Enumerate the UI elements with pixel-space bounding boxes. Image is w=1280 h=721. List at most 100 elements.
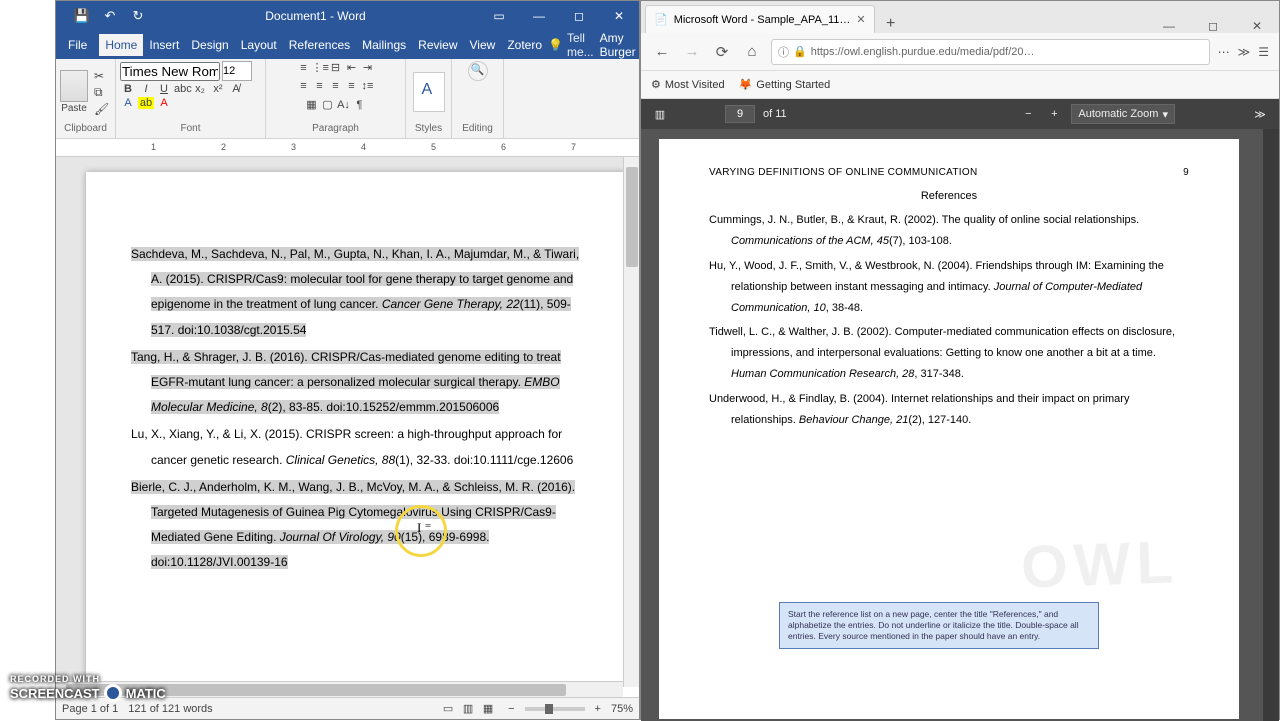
page-actions-icon[interactable]: ⋯	[1218, 45, 1230, 59]
minimize-icon[interactable]: —	[1147, 19, 1191, 33]
group-editing: Editing	[456, 123, 499, 136]
ribbon-options-icon[interactable]: ▭	[479, 9, 519, 23]
dec-indent-icon[interactable]: ⇤	[344, 61, 360, 77]
tab-layout[interactable]: Layout	[235, 34, 283, 56]
bookmark-most-visited[interactable]: ⚙ Most Visited	[651, 78, 725, 91]
new-tab-button[interactable]: +	[881, 15, 901, 33]
minimize-icon[interactable]: —	[519, 9, 559, 23]
forward-button[interactable]: →	[681, 43, 703, 60]
group-styles: Styles	[410, 123, 447, 136]
home-button[interactable]: ⌂	[741, 43, 763, 60]
user-name[interactable]: Amy Burger	[594, 34, 642, 56]
align-left-icon[interactable]: ≡	[296, 80, 312, 96]
bookmark-getting-started[interactable]: 🦊 Getting Started	[739, 78, 831, 91]
shading-icon[interactable]: ▦	[304, 98, 320, 114]
paste-button[interactable]: Paste	[60, 70, 88, 114]
page-input[interactable]	[725, 105, 755, 123]
pdf-viewport: VARYING DEFINITIONS OF ONLINE COMMUNICAT…	[641, 129, 1279, 721]
align-right-icon[interactable]: ≡	[328, 80, 344, 96]
tell-me-search[interactable]: 💡 Tell me...	[548, 31, 594, 59]
font-size-input[interactable]	[222, 61, 252, 81]
font-name-input[interactable]	[120, 62, 220, 81]
bold-button[interactable]: B	[120, 83, 136, 95]
document-page[interactable]: Sachdeva, M., Sachdeva, N., Pal, M., Gup…	[86, 172, 626, 687]
pdf-page[interactable]: VARYING DEFINITIONS OF ONLINE COMMUNICAT…	[659, 139, 1239, 719]
close-icon[interactable]: ✕	[599, 9, 639, 23]
pdf-scrollbar[interactable]	[1263, 129, 1279, 721]
lock-icon: 🔒	[793, 45, 807, 58]
underline-button[interactable]: U	[156, 83, 172, 95]
format-painter-icon[interactable]: 🖌	[94, 102, 109, 116]
print-layout-icon[interactable]: ▥	[458, 702, 478, 715]
text-effects-icon[interactable]: A	[120, 97, 136, 109]
word-window: 💾 ↶ ↻ Document1 - Word ▭ — ◻ ✕ File Home…	[55, 0, 640, 720]
ruler[interactable]: 1234567	[56, 139, 639, 157]
screencast-watermark: RECORDED WITH SCREENCASTMATIC	[10, 674, 166, 702]
zoom-level[interactable]: 75%	[611, 703, 633, 715]
reload-button[interactable]: ⟳	[711, 43, 733, 61]
tab-home[interactable]: Home	[99, 34, 143, 56]
tab-references[interactable]: References	[283, 34, 356, 56]
copy-icon[interactable]: ⧉	[94, 85, 109, 100]
tab-close-icon[interactable]: ✕	[856, 13, 865, 26]
clear-format-icon[interactable]: A̸	[228, 83, 244, 95]
tab-label: Microsoft Word - Sample_APA_11…	[674, 14, 851, 26]
url-text: https://owl.english.purdue.edu/media/pdf…	[811, 46, 1035, 58]
save-icon[interactable]: 💾	[68, 8, 96, 24]
show-marks-icon[interactable]: ¶	[352, 99, 368, 115]
strike-button[interactable]: abc	[174, 83, 190, 95]
justify-icon[interactable]: ≡	[344, 80, 360, 96]
tab-design[interactable]: Design	[185, 34, 234, 56]
tools-icon[interactable]: ≫	[1251, 105, 1269, 123]
vertical-scrollbar[interactable]	[623, 157, 639, 687]
maximize-icon[interactable]: ◻	[1191, 19, 1235, 33]
back-button[interactable]: ←	[651, 43, 673, 60]
logo-ball-icon	[104, 684, 122, 702]
library-icon[interactable]: ≫	[1238, 45, 1251, 59]
zoom-out-icon[interactable]: −	[1019, 105, 1037, 123]
zoom-out-icon[interactable]: −	[508, 703, 514, 715]
zoom-slider[interactable]	[525, 707, 585, 711]
info-icon[interactable]: ⓘ	[778, 44, 789, 60]
line-spacing-icon[interactable]: ↕≡	[360, 80, 376, 96]
maximize-icon[interactable]: ◻	[559, 9, 599, 23]
page-indicator[interactable]: Page 1 of 1	[62, 703, 118, 715]
styles-gallery[interactable]	[413, 72, 445, 112]
redo-icon[interactable]: ↻	[124, 8, 152, 24]
browser-tab[interactable]: 📄 Microsoft Word - Sample_APA_11… ✕	[645, 5, 875, 33]
borders-icon[interactable]: ▢	[320, 98, 336, 114]
bullets-icon[interactable]: ≡	[296, 62, 312, 78]
undo-icon[interactable]: ↶	[96, 8, 124, 24]
zoom-in-icon[interactable]: +	[595, 703, 601, 715]
highlight-icon[interactable]: ab	[138, 97, 154, 109]
numbering-icon[interactable]: ⋮≡	[312, 61, 328, 77]
multilevel-icon[interactable]: ⊟	[328, 61, 344, 77]
subscript-button[interactable]: x₂	[192, 83, 208, 95]
tab-insert[interactable]: Insert	[143, 34, 185, 56]
sort-icon[interactable]: A↓	[336, 99, 352, 115]
tab-zotero[interactable]: Zotero	[501, 34, 548, 56]
close-icon[interactable]: ✕	[1235, 19, 1279, 33]
sidebar-toggle-icon[interactable]: ▥	[651, 105, 669, 123]
tab-mailings[interactable]: Mailings	[356, 34, 412, 56]
bookmarks-bar: ⚙ Most Visited 🦊 Getting Started	[641, 71, 1279, 99]
align-center-icon[interactable]: ≡	[312, 80, 328, 96]
zoom-in-icon[interactable]: +	[1045, 105, 1063, 123]
word-count[interactable]: 121 of 121 words	[128, 703, 212, 715]
address-bar[interactable]: ⓘ 🔒 https://owl.english.purdue.edu/media/p…	[771, 39, 1210, 65]
menu-icon[interactable]: ☰	[1258, 45, 1269, 59]
tab-review[interactable]: Review	[412, 34, 463, 56]
italic-button[interactable]: I	[138, 83, 154, 95]
cut-icon[interactable]: ✂	[94, 69, 109, 83]
find-icon[interactable]	[468, 61, 488, 81]
read-mode-icon[interactable]: ▭	[438, 702, 458, 715]
web-layout-icon[interactable]: ▦	[478, 702, 498, 715]
inc-indent-icon[interactable]: ⇥	[360, 61, 376, 77]
font-color-icon[interactable]: A	[156, 97, 172, 109]
superscript-button[interactable]: x²	[210, 83, 226, 95]
tab-view[interactable]: View	[464, 34, 502, 56]
page-total: of 11	[763, 108, 787, 120]
tab-file[interactable]: File	[56, 34, 99, 56]
zoom-select[interactable]: Automatic Zoom ▾	[1071, 104, 1175, 124]
browser-tabstrip: 📄 Microsoft Word - Sample_APA_11… ✕ + — …	[641, 1, 1279, 33]
